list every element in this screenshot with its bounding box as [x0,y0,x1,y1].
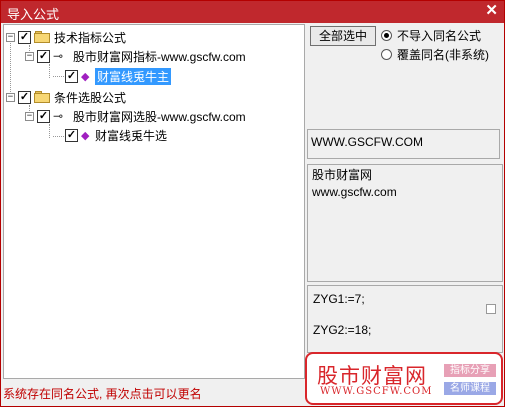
close-icon[interactable]: ✕ [485,2,498,20]
scroll-indicator[interactable] [486,304,496,314]
tree-child-label[interactable]: 股市财富网选股-www.gscfw.com [73,108,246,125]
tree-leaf-indicator[interactable]: ✓ ◆ 财富线兎牛主 [65,67,172,85]
collapse-icon[interactable]: − [25,111,34,121]
brand-url: WWW.GSCFW.COM [320,386,433,397]
brand-tag: 名师课程 [444,382,496,395]
code-line: ZYG2:=18; [313,323,372,337]
radio-skip-duplicates[interactable]: 不导入同名公式 [381,27,481,44]
group-checkbox[interactable]: ✓ [18,90,31,104]
tree-leaf-label[interactable]: 财富线兎牛主 [95,67,172,85]
description-box[interactable]: 股市财富网 www.gscfw.com [307,164,503,282]
tree-group-label[interactable]: 条件选股公式 [54,89,126,106]
child-checkbox[interactable]: ✓ [37,49,50,63]
tree-child-selection[interactable]: − ✓ ⊸ 股市财富网选股-www.gscfw.com [25,107,246,125]
collapse-icon[interactable]: − [6,32,15,42]
status-message: 系统存在同名公式, 再次点击可以更名 [3,387,202,401]
brand-tag: 指标分享 [444,364,496,377]
tree-connector [49,124,50,138]
code-line: ZYG1:=7; [313,292,365,306]
url-text: WWW.GSCFW.COM [311,135,423,149]
description-line: www.gscfw.com [312,185,397,199]
tree-group-selection[interactable]: − ✓ 条件选股公式 [6,88,126,106]
leaf-checkbox[interactable]: ✓ [65,69,78,83]
window-title: 导入公式 [7,7,60,22]
tree-leaf-label[interactable]: 财富线兎牛选 [95,127,167,144]
leaf-checkbox[interactable]: ✓ [65,128,78,142]
radio-label: 不导入同名公式 [397,29,482,43]
radio-button[interactable] [381,30,392,41]
title-bar: 导入公式 ✕ [1,1,504,23]
description-line: 股市财富网 [312,168,373,182]
tree-connector [49,64,50,78]
tree-group-indicator[interactable]: − ✓ 技术指标公式 [6,28,126,46]
radio-overwrite[interactable]: 覆盖同名(非系统) [381,46,489,63]
child-checkbox[interactable]: ✓ [37,109,50,123]
collapse-icon[interactable]: − [25,51,34,61]
formula-gem-icon: ◆ [81,69,90,83]
brand-logo: 股市财富网 WWW.GSCFW.COM 指标分享 名师课程 [305,352,503,405]
tree-child-indicator[interactable]: − ✓ ⊸ 股市财富网指标-www.gscfw.com [25,47,246,65]
key-icon: ⊸ [53,49,64,63]
key-icon: ⊸ [53,109,64,123]
collapse-icon[interactable]: − [6,92,15,102]
url-box: WWW.GSCFW.COM [307,129,500,159]
tree-group-label[interactable]: 技术指标公式 [54,29,126,46]
tree-child-label[interactable]: 股市财富网指标-www.gscfw.com [73,48,246,65]
folder-icon [34,91,50,103]
folder-icon [34,31,50,43]
formula-tree[interactable]: − ✓ 技术指标公式 − ✓ ⊸ 股市财富网指标-www.gscfw.com ✓… [3,24,305,379]
group-checkbox[interactable]: ✓ [18,30,31,44]
radio-label: 覆盖同名(非系统) [397,48,489,62]
select-all-button[interactable]: 全部选中 [310,26,376,46]
import-formula-dialog: 导入公式 ✕ − ✓ 技术指标公式 − ✓ ⊸ 股市财富网指标-www.gscf… [0,0,505,407]
radio-button[interactable] [381,49,392,60]
tree-leaf-selection[interactable]: ✓ ◆ 财富线兎牛选 [65,126,167,144]
formula-code-box[interactable]: ZYG1:=7; ZYG2:=18; [307,285,503,353]
formula-gem-icon: ◆ [81,128,90,142]
